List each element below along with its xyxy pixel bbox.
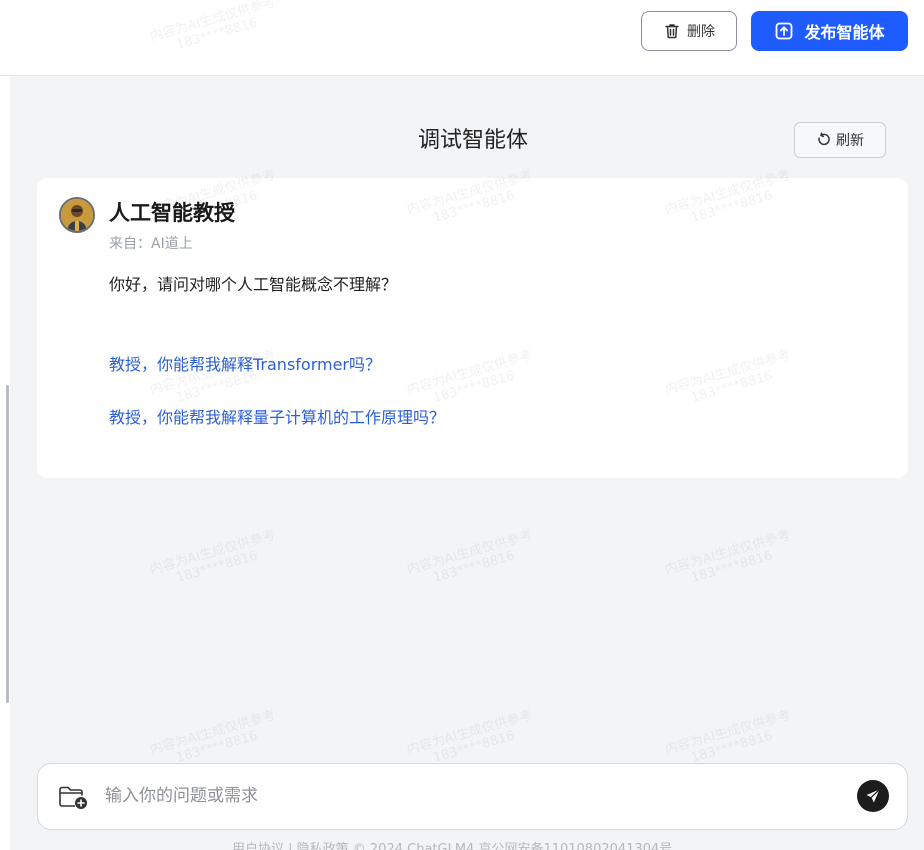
watermark: 内容为AI生成仅供参考183****8816 bbox=[148, 527, 278, 586]
suggested-question[interactable]: 教授，你能帮我解释Transformer吗？ bbox=[109, 354, 381, 376]
agent-avatar bbox=[59, 197, 95, 233]
page-title: 调试智能体 bbox=[417, 128, 528, 153]
send-button[interactable] bbox=[857, 780, 889, 812]
agent-greeting: 你好，请问对哪个人工智能概念不理解？ bbox=[109, 275, 398, 294]
agent-source: 来自：AI道上 bbox=[109, 236, 193, 252]
publish-agent-button[interactable]: 发布智能体 bbox=[751, 11, 908, 51]
folder-add-icon bbox=[59, 786, 87, 809]
chat-input[interactable] bbox=[105, 782, 825, 810]
refresh-button[interactable]: 刷新 bbox=[794, 122, 886, 158]
delete-button-label: 删除 bbox=[687, 24, 715, 40]
agent-name: 人工智能教授 bbox=[109, 201, 235, 225]
trash-icon bbox=[665, 24, 679, 39]
publish-button-label: 发布智能体 bbox=[804, 23, 885, 42]
upload-icon bbox=[776, 22, 793, 40]
scrollbar-thumb[interactable] bbox=[6, 385, 9, 703]
suggested-question[interactable]: 教授，你能帮我解释量子计算机的工作原理吗？ bbox=[109, 407, 445, 429]
watermark: 内容为AI生成仅供参考183****8816 bbox=[405, 527, 535, 586]
footer-text: 用户协议 | 隐私政策 © 2024 ChatGLM4 京公网安备1101080… bbox=[232, 842, 673, 850]
watermark: 内容为AI生成仅供参考183****8816 bbox=[663, 527, 793, 586]
refresh-button-label: 刷新 bbox=[836, 133, 864, 149]
refresh-icon bbox=[818, 132, 830, 146]
send-icon bbox=[866, 789, 880, 803]
attach-folder-button[interactable] bbox=[58, 783, 90, 811]
delete-button[interactable]: 删除 bbox=[641, 11, 737, 51]
